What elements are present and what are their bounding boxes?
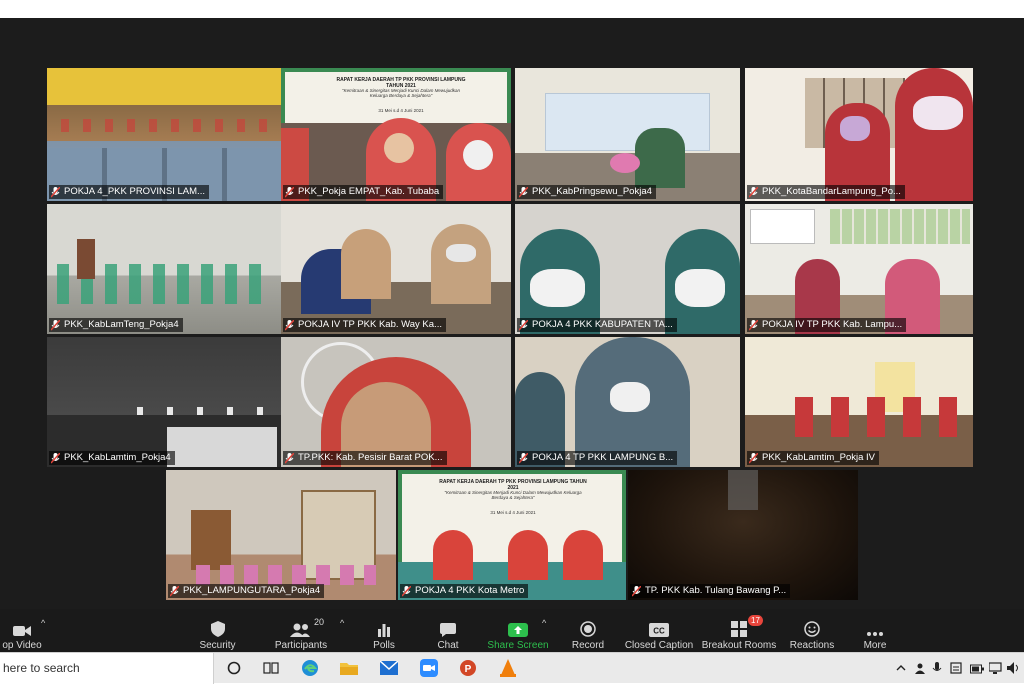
participant-name: PKK_KabPringsewu_Pokja4 (517, 185, 656, 199)
mic-muted-icon (51, 452, 60, 464)
participant-name: PKK_LAMPUNGUTARA_Pokja4 (168, 584, 325, 598)
cortana-icon[interactable] (223, 657, 245, 679)
mic-muted-icon (519, 186, 528, 198)
security-button[interactable]: Security (195, 609, 240, 652)
record-icon (580, 621, 596, 637)
network-icon[interactable] (988, 661, 1003, 675)
mic-muted-icon (519, 452, 528, 464)
volume-icon[interactable] (1007, 661, 1021, 675)
more-icon (867, 632, 883, 636)
mic-muted-icon (51, 186, 60, 198)
participants-count: 20 (314, 617, 325, 627)
participant-name: POKJA 4 PKK Kota Metro (400, 584, 529, 598)
share-screen-icon (508, 623, 528, 637)
video-tile[interactable]: POKJA IV TP PKK Kab. Way Ka... (281, 204, 511, 334)
microphone-icon[interactable] (932, 661, 946, 675)
video-camera-icon (13, 626, 31, 636)
svg-text:P: P (465, 664, 472, 675)
video-tile[interactable]: TP.PKK: Kab. Pesisir Barat POK... (281, 337, 511, 467)
participants-icon (290, 623, 310, 637)
participant-name: POKJA 4_PKK PROVINSI LAM... (49, 185, 209, 199)
video-options-chevron-icon[interactable]: ^ (41, 618, 45, 628)
top-strip (0, 0, 1024, 18)
participant-name: POKJA IV TP PKK Kab. Way Ka... (283, 318, 446, 332)
polls-button[interactable]: Polls (365, 609, 403, 652)
video-tile[interactable]: POKJA 4_PKK PROVINSI LAM... (47, 68, 281, 201)
meeting-gallery-view: POKJA 4_PKK PROVINSI LAM... RAPAT KERJA … (0, 18, 1024, 609)
mic-muted-icon (749, 452, 758, 464)
vlc-icon[interactable] (497, 657, 519, 679)
video-tile[interactable]: PKK_LAMPUNGUTARA_Pokja4 (166, 470, 396, 600)
participant-name: TP. PKK Kab. Tulang Bawang P... (630, 584, 791, 598)
record-button[interactable]: Record (568, 609, 608, 652)
task-view-icon[interactable] (260, 657, 282, 679)
participants-options-chevron-icon[interactable]: ^ (340, 618, 344, 628)
reactions-button[interactable]: Reactions (787, 609, 837, 652)
chat-button[interactable]: Chat (429, 609, 467, 652)
banner-subtitle: "Kemitraan & Sinergitas Menjadi Kunci Da… (444, 490, 582, 500)
chevron-up-icon[interactable] (895, 661, 909, 675)
meeting-toolbar: op Video ^ Security Participants 20 ^ Po… (0, 609, 1024, 652)
closed-caption-icon: CC (649, 623, 669, 637)
participant-name: POKJA 4 TP PKK LAMPUNG B... (517, 451, 678, 465)
mic-muted-icon (51, 319, 60, 331)
notes-icon[interactable] (950, 661, 964, 675)
mic-muted-icon (402, 585, 411, 597)
banner-dates: 31 Mei s.d 4 Juni 2021 (490, 510, 536, 515)
video-tile[interactable]: PKK_KabLamtim_Pokja IV (745, 337, 973, 467)
powerpoint-icon[interactable]: P (457, 657, 479, 679)
chat-icon (440, 623, 456, 637)
video-tile[interactable]: POKJA 4 TP PKK LAMPUNG B... (515, 337, 740, 467)
taskbar-search-box[interactable]: here to search (0, 653, 214, 684)
share-screen-options-chevron-icon[interactable]: ^ (542, 618, 546, 628)
video-tile[interactable]: PKK_KabLamTeng_Pokja4 (47, 204, 281, 334)
mic-muted-icon (749, 186, 758, 198)
closed-caption-button[interactable]: CC Closed Caption (623, 609, 695, 652)
participant-name: POKJA IV TP PKK Kab. Lampu... (747, 318, 907, 332)
mail-icon[interactable] (378, 657, 400, 679)
more-button[interactable]: More (857, 609, 893, 652)
banner-subtitle: "Kemitraan & Sinergitas Menjadi Kunci Da… (342, 88, 460, 98)
mic-muted-icon (170, 585, 179, 597)
participant-name: PKK_KotaBandarLampung_Po... (747, 185, 905, 199)
video-tile[interactable]: POKJA 4 PKK KABUPATEN TA... (515, 204, 740, 334)
search-placeholder: here to search (3, 661, 80, 675)
mic-muted-icon (749, 319, 758, 331)
video-tile[interactable]: TP. PKK Kab. Tulang Bawang P... (628, 470, 858, 600)
participant-name: PKK_Pokja EMPAT_Kab. Tubaba (283, 185, 444, 199)
video-tile[interactable]: PKK_KabPringsewu_Pokja4 (515, 68, 740, 201)
mic-muted-icon (632, 585, 641, 597)
people-icon[interactable] (914, 661, 928, 675)
edge-icon[interactable] (299, 657, 321, 679)
participants-button[interactable]: Participants (270, 609, 332, 652)
breakout-rooms-icon (731, 621, 747, 637)
video-tile[interactable]: PKK_KotaBandarLampung_Po... (745, 68, 973, 201)
breakout-rooms-badge: 17 (748, 615, 763, 626)
video-tile[interactable]: POKJA IV TP PKK Kab. Lampu... (745, 204, 973, 334)
stop-video-button[interactable]: op Video (0, 609, 44, 652)
reactions-icon (804, 621, 820, 637)
zoom-app-icon[interactable] (418, 657, 440, 679)
participant-name: PKK_KabLamtim_Pokja IV (747, 451, 880, 465)
participant-name: PKK_KabLamtim_Pokja4 (49, 451, 175, 465)
participant-name: TP.PKK: Kab. Pesisir Barat POK... (283, 451, 447, 465)
mic-muted-icon (519, 319, 528, 331)
shield-icon (210, 621, 225, 637)
share-screen-button[interactable]: Share Screen (486, 609, 550, 652)
banner-dates: 31 Mei s.d 4 Juni 2021 (378, 108, 424, 113)
video-tile[interactable]: RAPAT KERJA DAERAH TP PKK PROVINSI LAMPU… (281, 68, 511, 201)
svg-text:CC: CC (653, 627, 665, 636)
battery-icon[interactable] (970, 661, 984, 675)
video-tile[interactable]: PKK_KabLamtim_Pokja4 (47, 337, 281, 467)
polls-icon (378, 624, 390, 637)
windows-taskbar: here to search P (0, 652, 1024, 684)
participant-name: PKK_KabLamTeng_Pokja4 (49, 318, 183, 332)
mic-muted-icon (285, 452, 294, 464)
breakout-rooms-button[interactable]: Breakout Rooms (700, 609, 778, 652)
video-tile[interactable]: RAPAT KERJA DAERAH TP PKK PROVINSI LAMPU… (398, 470, 626, 600)
mic-muted-icon (285, 186, 294, 198)
file-explorer-icon[interactable] (338, 657, 360, 679)
mic-muted-icon (285, 319, 294, 331)
participant-name: POKJA 4 PKK KABUPATEN TA... (517, 318, 677, 332)
